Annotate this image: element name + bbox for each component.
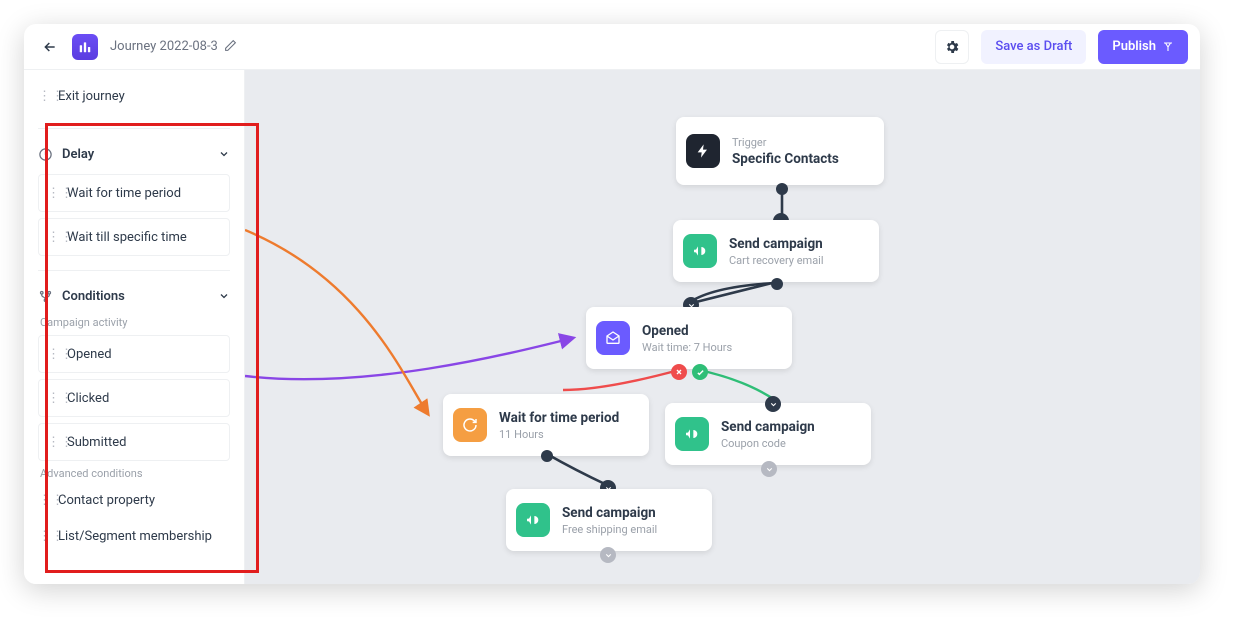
clock-refresh-icon — [453, 408, 487, 442]
sidebar-item-label: Opened — [67, 347, 112, 362]
drag-handle-icon: ⋮⋮ — [47, 230, 59, 245]
section-label: Conditions — [62, 289, 210, 304]
sidebar-exit-journey[interactable]: ⋮⋮ Exit journey — [38, 78, 230, 114]
sidebar-item-contact-property[interactable]: ⋮⋮ Contact property — [38, 482, 230, 518]
back-button[interactable] — [36, 33, 64, 61]
sidebar-item-opened[interactable]: ⋮⋮ Opened — [38, 335, 230, 373]
sidebar-item-label: Wait for time period — [67, 186, 181, 201]
port[interactable] — [541, 450, 553, 462]
port[interactable] — [771, 278, 783, 290]
publish-button[interactable]: Publish — [1098, 30, 1188, 64]
sidebar-item-clicked[interactable]: ⋮⋮ Clicked — [38, 379, 230, 417]
port[interactable] — [776, 183, 788, 195]
sidebar-item-label: Contact property — [58, 493, 155, 508]
gear-icon — [944, 39, 960, 55]
megaphone-icon — [675, 417, 709, 451]
node-subtitle: Coupon code — [721, 437, 815, 450]
sidebar-item-label: Clicked — [67, 391, 109, 406]
node-trigger[interactable]: Trigger Specific Contacts — [676, 117, 884, 185]
port-chevron-end[interactable] — [761, 461, 777, 477]
content: ⋮⋮ Exit journey Delay ⋮⋮ Wait for time p… — [24, 70, 1200, 584]
drag-handle-icon: ⋮⋮ — [38, 529, 50, 544]
sidebar-item-label: Wait till specific time — [67, 230, 187, 245]
node-send-campaign-1[interactable]: Send campaign Cart recovery email — [673, 220, 879, 282]
branch-icon — [38, 289, 54, 304]
app-logo — [72, 34, 98, 60]
megaphone-icon — [683, 234, 717, 268]
clock-icon — [38, 147, 54, 162]
sidebar-item-label: Submitted — [67, 435, 126, 450]
settings-button[interactable] — [935, 30, 969, 64]
sidebar-item-wait-specific[interactable]: ⋮⋮ Wait till specific time — [38, 218, 230, 256]
publish-icon — [1162, 41, 1174, 53]
sidebar-group-label: Advanced conditions — [40, 467, 230, 480]
sidebar-group-label: Campaign activity — [40, 316, 230, 329]
node-opened-condition[interactable]: Opened Wait time: 7 Hours — [586, 307, 792, 369]
sidebar-section-delay[interactable]: Delay — [38, 128, 230, 168]
megaphone-icon — [516, 503, 550, 537]
node-kicker: Trigger — [732, 136, 839, 149]
sidebar-item-list-segment[interactable]: ⋮⋮ List/Segment membership — [38, 518, 230, 554]
sidebar-section-conditions[interactable]: Conditions — [38, 270, 230, 310]
drag-handle-icon: ⋮⋮ — [38, 493, 50, 508]
edit-icon[interactable] — [224, 37, 237, 56]
node-title: Send campaign — [729, 236, 824, 252]
node-title: Send campaign — [562, 505, 657, 521]
chevron-down-icon — [218, 145, 230, 164]
arrow-left-icon — [42, 39, 58, 55]
sidebar-item-submitted[interactable]: ⋮⋮ Submitted — [38, 423, 230, 461]
node-subtitle: Cart recovery email — [729, 254, 824, 267]
sidebar-item-label: Exit journey — [58, 89, 125, 104]
sidebar-item-wait-period[interactable]: ⋮⋮ Wait for time period — [38, 174, 230, 212]
app-frame: Journey 2022-08-3 Save as Draft Publish … — [24, 24, 1200, 584]
branch-yes-badge[interactable] — [692, 364, 708, 380]
node-title: Specific Contacts — [732, 151, 839, 167]
node-subtitle: Free shipping email — [562, 523, 657, 536]
sidebar-item-label: List/Segment membership — [58, 529, 212, 544]
node-send-campaign-2[interactable]: Send campaign Coupon code — [665, 403, 871, 465]
drag-handle-icon: ⋮⋮ — [47, 435, 59, 450]
drag-handle-icon: ⋮⋮ — [47, 391, 59, 406]
canvas[interactable]: Trigger Specific Contacts Send campaign … — [245, 70, 1200, 584]
journey-title-input[interactable]: Journey 2022-08-3 — [110, 39, 218, 54]
node-subtitle: 11 Hours — [499, 428, 619, 441]
branch-no-badge[interactable] — [671, 364, 687, 380]
chevron-down-icon — [218, 287, 230, 306]
drag-handle-icon: ⋮⋮ — [38, 89, 50, 104]
node-subtitle: Wait time: 7 Hours — [642, 341, 732, 354]
publish-label: Publish — [1112, 39, 1156, 54]
node-wait-period[interactable]: Wait for time period 11 Hours — [443, 394, 649, 456]
node-title: Wait for time period — [499, 410, 619, 426]
envelope-open-icon — [596, 321, 630, 355]
save-draft-button[interactable]: Save as Draft — [981, 30, 1086, 64]
header: Journey 2022-08-3 Save as Draft Publish — [24, 24, 1200, 70]
node-send-campaign-3[interactable]: Send campaign Free shipping email — [506, 489, 712, 551]
port-chevron-end[interactable] — [600, 547, 616, 563]
lightning-icon — [686, 134, 720, 168]
drag-handle-icon: ⋮⋮ — [47, 186, 59, 201]
section-label: Delay — [62, 147, 210, 162]
node-title: Send campaign — [721, 419, 815, 435]
port-chevron[interactable] — [765, 396, 781, 412]
node-title: Opened — [642, 323, 732, 339]
sidebar: ⋮⋮ Exit journey Delay ⋮⋮ Wait for time p… — [24, 70, 245, 584]
drag-handle-icon: ⋮⋮ — [47, 347, 59, 362]
